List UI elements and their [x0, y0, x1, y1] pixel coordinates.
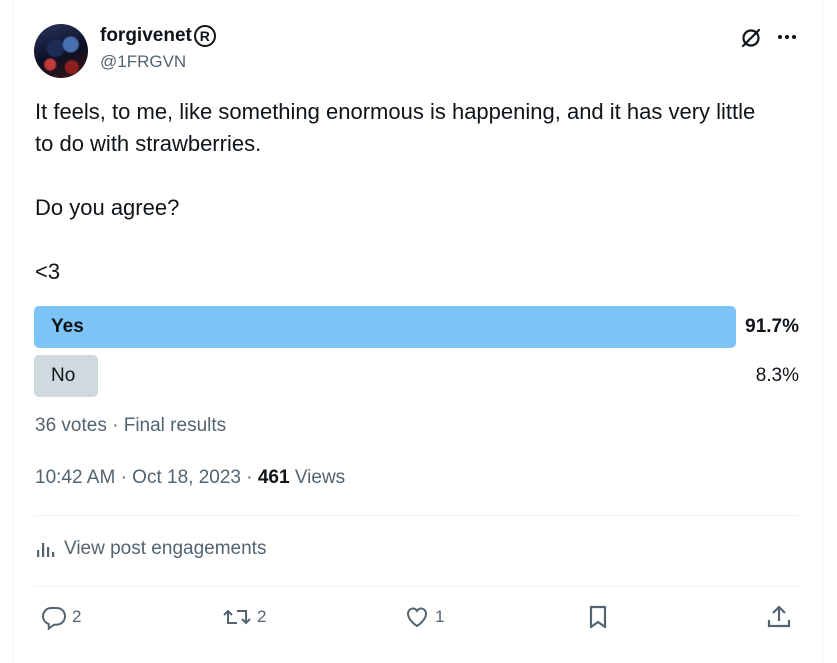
poll-option-yes: Yes 91.7%	[34, 306, 799, 348]
poll-option-label: No	[51, 365, 76, 386]
poll-option-percent: 91.7%	[745, 316, 799, 337]
bookmark-button[interactable]	[585, 603, 611, 631]
post-timestamp: 10:42 AM · Oct 18, 2023 · 461 Views	[35, 467, 345, 489]
poll-summary: 36 votes · Final results	[35, 415, 226, 437]
divider	[34, 515, 799, 516]
share-icon	[767, 605, 791, 628]
post-text: It feels, to me, like something enormous…	[35, 99, 756, 284]
avatar[interactable]	[34, 24, 88, 78]
share-button[interactable]	[765, 603, 793, 631]
separator: ·	[246, 467, 253, 488]
heart-icon	[406, 607, 428, 628]
author-name-block[interactable]: forgivenet R	[100, 25, 216, 47]
views-count: 461	[257, 467, 290, 488]
poll-votes: 36 votes	[35, 415, 107, 436]
reply-icon	[41, 607, 67, 631]
separator: ·	[120, 467, 127, 488]
views-label: Views	[294, 467, 346, 488]
repost-count: 2	[257, 607, 267, 626]
analytics-icon	[37, 543, 55, 557]
reply-button[interactable]: 2	[40, 603, 81, 631]
grok-icon[interactable]	[739, 26, 763, 50]
post-time[interactable]: 10:42 AM	[35, 467, 115, 488]
author-handle[interactable]: @1FRGVN	[100, 52, 186, 72]
separator: ·	[112, 415, 119, 436]
poll-option-label: Yes	[51, 316, 84, 337]
like-count: 1	[435, 607, 445, 626]
registered-icon: R	[193, 25, 216, 47]
display-name[interactable]: forgivenet	[100, 25, 192, 47]
poll-option-percent: 8.3%	[755, 365, 799, 386]
poll-option-no: No 8.3%	[34, 355, 799, 397]
like-button[interactable]: 1	[403, 603, 444, 631]
poll-status: Final results	[123, 415, 227, 436]
divider	[34, 586, 799, 587]
view-engagements-link[interactable]: View post engagements	[35, 538, 266, 560]
engagements-label: View post engagements	[64, 538, 267, 559]
bookmark-icon	[589, 605, 607, 629]
repost-button[interactable]: 2	[221, 603, 266, 631]
repost-icon	[223, 609, 251, 625]
post-date[interactable]: Oct 18, 2023	[132, 467, 241, 488]
poll-bar-yes	[34, 306, 736, 348]
reply-count: 2	[72, 607, 82, 626]
more-icon[interactable]	[776, 26, 798, 48]
